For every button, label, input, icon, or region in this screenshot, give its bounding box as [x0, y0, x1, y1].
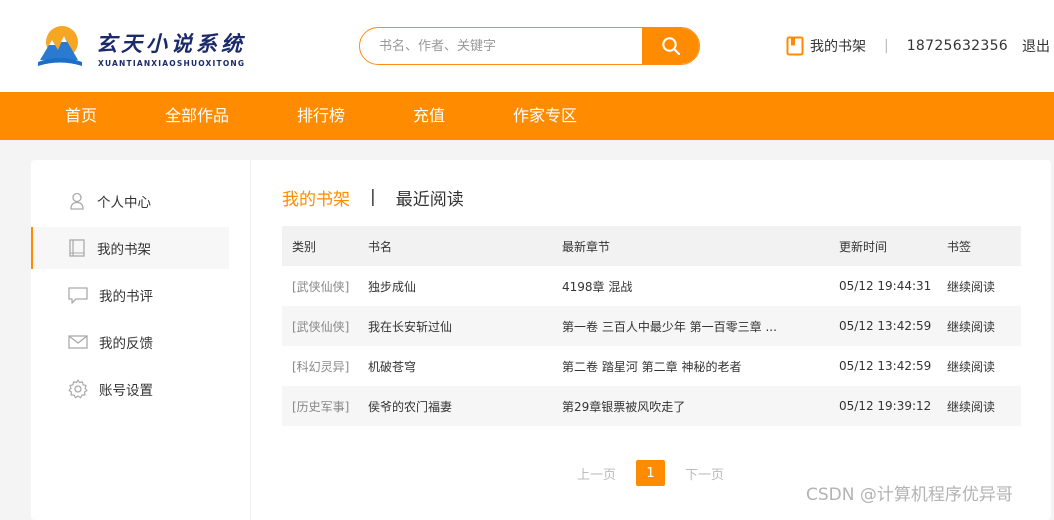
book-category[interactable]: [历史军事]	[282, 386, 368, 426]
book-category[interactable]: [武侠仙侠]	[282, 306, 368, 346]
sidebar-item-label: 我的书架	[97, 242, 151, 258]
latest-chapter-link[interactable]: 第29章银票被风吹走了	[562, 386, 839, 426]
my-bookshelf-label: 我的书架	[810, 39, 866, 55]
table-header-row: 类别 书名 最新章节 更新时间 书签	[282, 226, 1021, 266]
bookshelf-content: 我的书架 | 最近阅读 类别 书名 最新章节 更新时间 书签 [武侠仙侠] 独步…	[282, 160, 1021, 520]
table-row: [历史军事] 侯爷的农门福妻 第29章银票被风吹走了 05/12 19:39:1…	[282, 386, 1021, 426]
header-separator: |	[884, 38, 889, 54]
logo-subtitle: XUANTIANXIAOSHUOXITONG	[98, 59, 246, 68]
table-row: [科幻灵异] 机破苍穹 第二卷 踏星河 第二章 神秘的老者 05/12 13:4…	[282, 346, 1021, 386]
column-header-latest-chapter: 最新章节	[562, 239, 611, 254]
sidebar: 个人中心 我的书架 我的书评 我的反馈 账号设置	[31, 160, 251, 520]
sidebar-item-account-settings[interactable]: 账号设置	[31, 368, 229, 410]
search-box	[359, 27, 700, 65]
update-time: 05/12 19:39:12	[839, 399, 932, 413]
mail-icon	[68, 335, 88, 349]
nav-item-all-works[interactable]: 全部作品	[165, 92, 229, 140]
site-logo[interactable]: 玄天小说系统 XUANTIANXIAOSHUOXITONG	[36, 22, 256, 72]
watermark: CSDN @计算机程序优异哥	[806, 485, 1013, 505]
continue-reading-link[interactable]: 继续阅读	[947, 306, 1021, 346]
book-icon	[69, 239, 85, 257]
bookshelf-icon	[786, 36, 804, 56]
latest-chapter-link[interactable]: 第一卷 三百人中最少年 第一百零三章 ...	[562, 306, 839, 346]
update-time: 05/12 13:42:59	[839, 319, 932, 333]
continue-reading-link[interactable]: 继续阅读	[947, 386, 1021, 426]
logout-link[interactable]: 退出	[1022, 36, 1050, 56]
latest-chapter-link[interactable]: 4198章 混战	[562, 266, 839, 306]
book-category[interactable]: [武侠仙侠]	[282, 266, 368, 306]
main-nav: 首页 全部作品 排行榜 充值 作家专区	[0, 92, 1054, 140]
table-row: [武侠仙侠] 独步成仙 4198章 混战 05/12 19:44:31 继续阅读	[282, 266, 1021, 306]
nav-item-author-zone[interactable]: 作家专区	[513, 92, 577, 140]
sidebar-item-label: 账号设置	[99, 383, 153, 399]
top-header: 玄天小说系统 XUANTIANXIAOSHUOXITONG 我的书架 | 187…	[0, 0, 1054, 92]
sidebar-item-label: 个人中心	[97, 195, 151, 211]
mountain-sun-logo-icon	[38, 26, 82, 66]
sidebar-item-bookshelf[interactable]: 我的书架	[31, 227, 229, 269]
sidebar-item-reviews[interactable]: 我的书评	[31, 274, 229, 316]
book-title-link[interactable]: 机破苍穹	[368, 346, 562, 386]
nav-item-recharge[interactable]: 充值	[413, 92, 445, 140]
book-title-link[interactable]: 侯爷的农门福妻	[368, 386, 562, 426]
tab-recent-reading[interactable]: 最近阅读	[396, 185, 464, 210]
sidebar-item-label: 我的书评	[99, 289, 153, 305]
gear-icon	[68, 379, 88, 399]
nav-item-home[interactable]: 首页	[65, 92, 97, 140]
pagination: 上一页 1 下一页	[577, 460, 724, 486]
my-bookshelf-link[interactable]: 我的书架	[786, 36, 866, 56]
prev-page-button[interactable]: 上一页	[577, 464, 616, 483]
continue-reading-link[interactable]: 继续阅读	[947, 346, 1021, 386]
column-header-category: 类别	[292, 239, 317, 254]
column-header-update-time: 更新时间	[839, 239, 888, 254]
sidebar-item-label: 我的反馈	[99, 336, 153, 352]
user-area: 我的书架 | 18725632356 退出	[786, 35, 1054, 57]
bookshelf-table: 类别 书名 最新章节 更新时间 书签 [武侠仙侠] 独步成仙 4198章 混战 …	[282, 226, 1021, 426]
next-page-button[interactable]: 下一页	[685, 464, 724, 483]
latest-chapter-link[interactable]: 第二卷 踏星河 第二章 神秘的老者	[562, 346, 839, 386]
search-icon	[661, 37, 680, 56]
column-header-bookmark: 书签	[947, 239, 972, 254]
main-panel: 个人中心 我的书架 我的书评 我的反馈 账号设置 我的书架 | 最近阅读 类别 …	[31, 160, 1051, 520]
person-icon	[70, 192, 84, 210]
user-phone[interactable]: 18725632356	[907, 38, 1008, 54]
update-time: 05/12 13:42:59	[839, 359, 932, 373]
search-button[interactable]	[642, 28, 699, 64]
sidebar-item-profile[interactable]: 个人中心	[31, 180, 229, 222]
content-tabs: 我的书架 | 最近阅读	[282, 184, 464, 210]
nav-item-ranking[interactable]: 排行榜	[297, 92, 345, 140]
comment-icon	[68, 287, 88, 304]
tab-separator: |	[370, 187, 376, 207]
logo-title: 玄天小说系统	[96, 31, 246, 56]
sidebar-item-feedback[interactable]: 我的反馈	[31, 321, 229, 363]
tab-my-bookshelf[interactable]: 我的书架	[282, 185, 350, 210]
table-row: [武侠仙侠] 我在长安斩过仙 第一卷 三百人中最少年 第一百零三章 ... 05…	[282, 306, 1021, 346]
book-title-link[interactable]: 独步成仙	[368, 266, 562, 306]
column-header-title: 书名	[368, 239, 393, 254]
continue-reading-link[interactable]: 继续阅读	[947, 266, 1021, 306]
search-input[interactable]	[360, 28, 644, 64]
book-category[interactable]: [科幻灵异]	[282, 346, 368, 386]
page-number-current[interactable]: 1	[636, 460, 666, 486]
update-time: 05/12 19:44:31	[839, 279, 932, 293]
book-title-link[interactable]: 我在长安斩过仙	[368, 306, 562, 346]
